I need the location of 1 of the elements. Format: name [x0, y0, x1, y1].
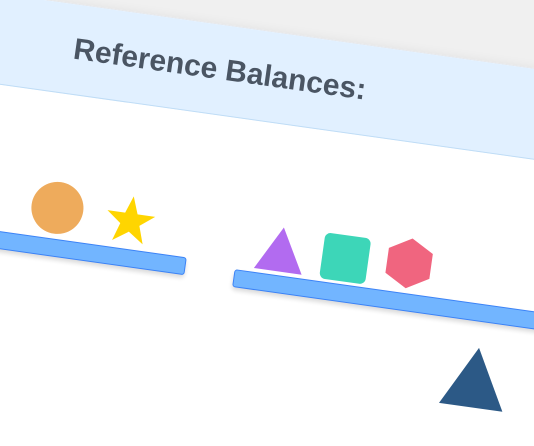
header-title: Reference Balances: [70, 32, 370, 109]
